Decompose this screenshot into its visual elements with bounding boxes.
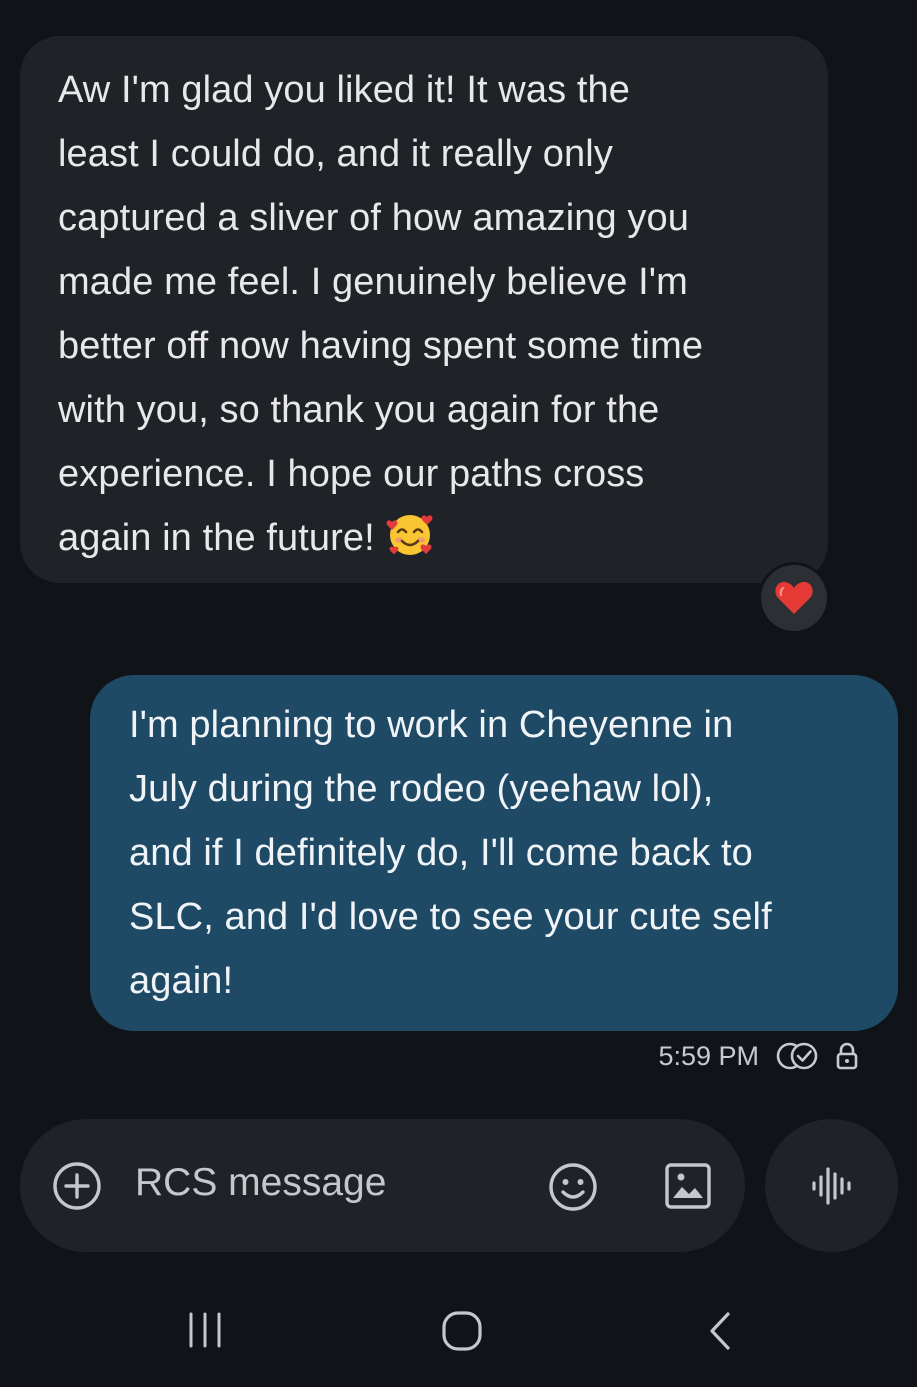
message-line: and if I definitely do, I'll come back t… [129,832,753,874]
smiling-face-with-hearts-icon [385,510,435,578]
message-meta: 5:59 PM [658,1040,859,1072]
message-line: again! [129,960,234,1002]
recents-icon[interactable] [186,1310,226,1355]
message-line: made me feel. I genuinely believe I'm [58,261,688,303]
message-reaction[interactable] [761,565,827,631]
back-icon[interactable] [704,1310,736,1357]
message-line: SLC, and I'd love to see your cute self [129,896,772,938]
incoming-message-bubble[interactable]: Aw I'm glad you liked it! It was the lea… [20,36,828,583]
red-heart-icon [775,581,813,614]
message-line: July during the rodeo (yeehaw lol), [129,768,714,810]
lock-icon [836,1042,858,1070]
message-line: least I could do, and it really only [58,133,613,175]
message-line-last: again in the future! [58,506,798,578]
message-line: experience. I hope our paths cross [58,453,645,495]
read-receipt-icon [776,1042,818,1070]
plus-circle-icon[interactable] [51,1160,103,1217]
voice-record-button[interactable] [765,1119,898,1252]
outgoing-message-bubble[interactable]: I'm planning to work in Cheyenne in July… [90,675,898,1031]
emoji-icon[interactable] [547,1161,599,1218]
message-line: captured a sliver of how amazing you [58,197,689,239]
message-timestamp: 5:59 PM [658,1040,759,1071]
message-composer: RCS message [20,1119,745,1252]
message-line: with you, so thank you again for the [58,389,660,431]
message-line: better off now having spent some time [58,325,704,367]
conversation-screen: Aw I'm glad you liked it! It was the lea… [0,0,917,1387]
message-input[interactable]: RCS message [135,1161,386,1205]
home-icon[interactable] [441,1310,483,1357]
message-line: again in the future! [58,517,375,559]
voice-waveform-icon [811,1166,851,1205]
message-line: Aw I'm glad you liked it! It was the [58,69,630,111]
image-icon[interactable] [664,1162,712,1215]
system-navigation-bar [0,1270,917,1387]
message-line: I'm planning to work in Cheyenne in [129,704,734,746]
